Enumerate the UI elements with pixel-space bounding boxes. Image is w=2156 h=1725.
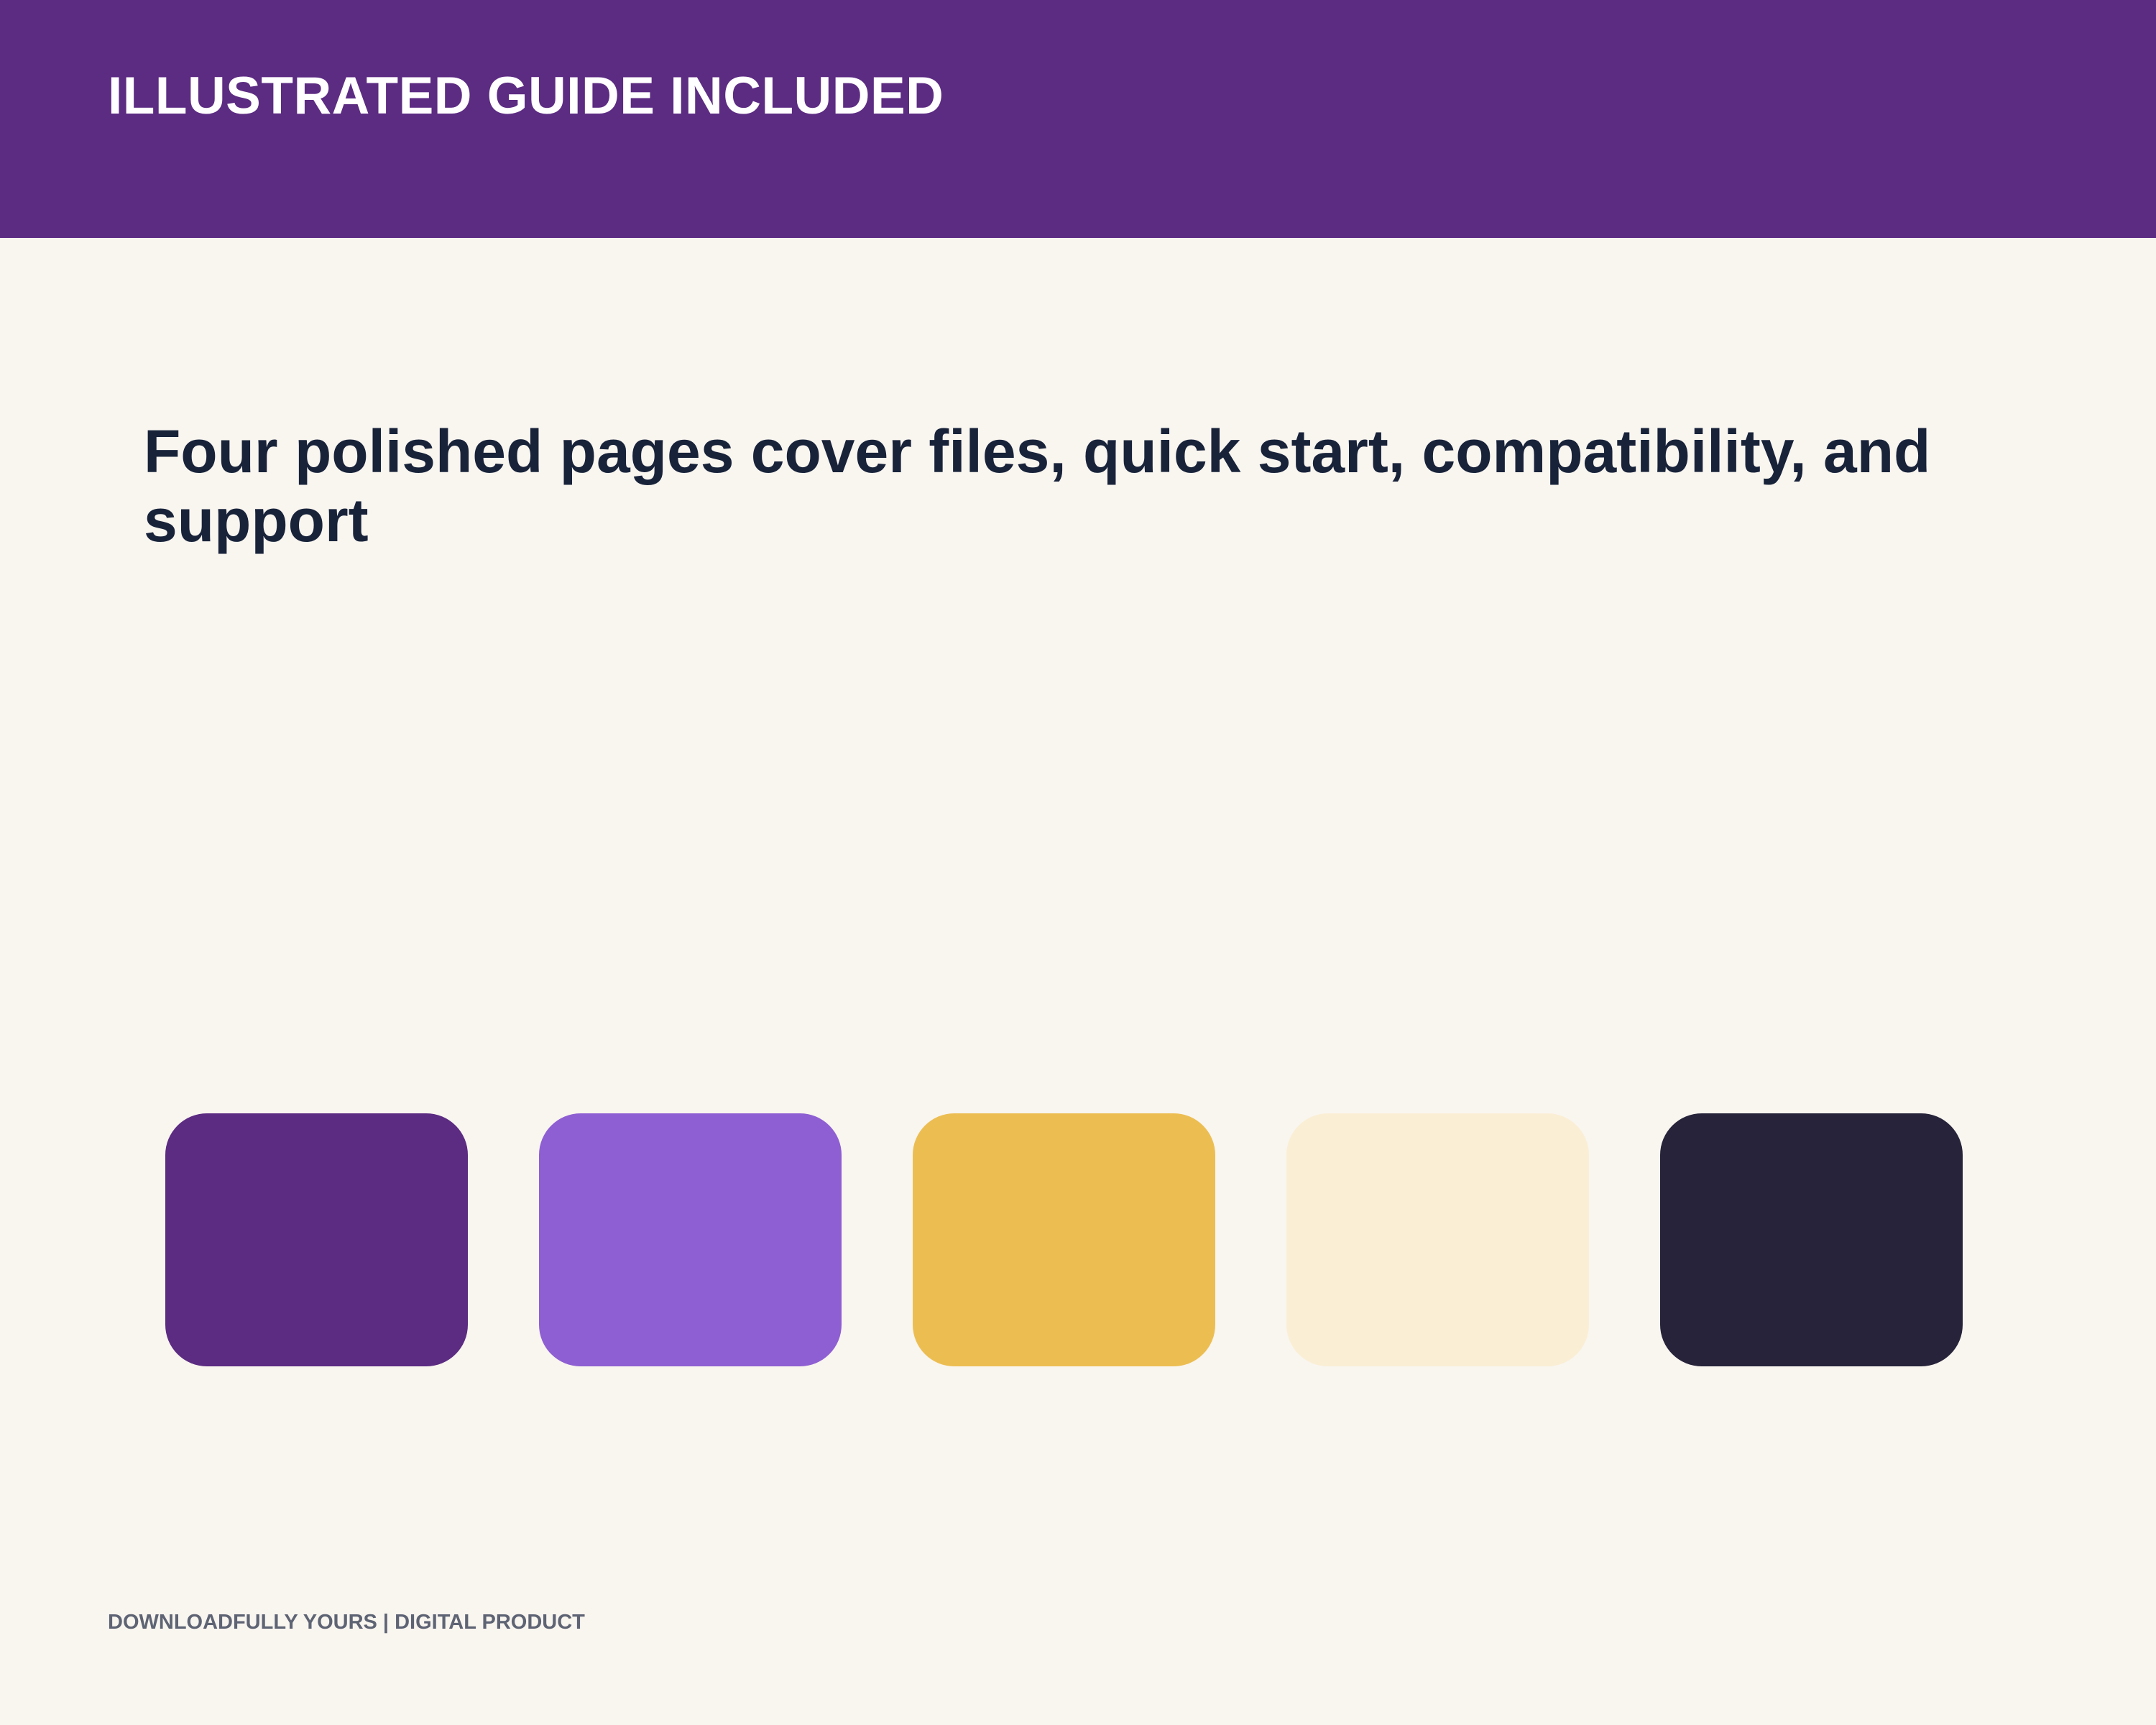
color-swatch-4 [1286,1113,1589,1366]
color-swatch-1 [165,1113,468,1366]
color-swatch-row [165,1113,1963,1366]
header-title: ILLUSTRATED GUIDE INCLUDED [108,67,944,125]
footer-text: DOWNLOADFULLY YOURS | DIGITAL PRODUCT [108,1611,585,1634]
color-swatch-3 [913,1113,1215,1366]
color-swatch-2 [539,1113,842,1366]
page-headline: Four polished pages cover files, quick s… [144,418,1931,554]
color-swatch-5 [1660,1113,1963,1366]
header-band: ILLUSTRATED GUIDE INCLUDED [0,0,2156,238]
